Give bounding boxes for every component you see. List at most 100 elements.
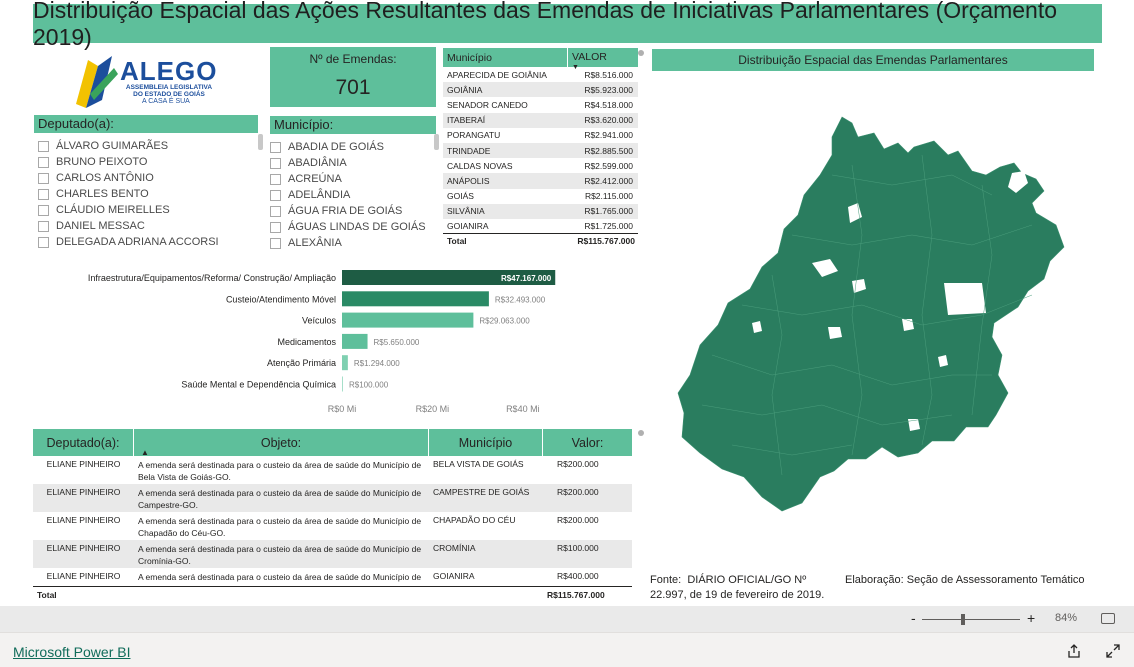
checkbox[interactable] <box>270 173 281 185</box>
checkbox[interactable] <box>38 188 49 200</box>
total-label: Total <box>447 236 467 246</box>
deputado-slicer-title: Deputado(a): <box>34 115 258 133</box>
visual-handle-dot[interactable] <box>638 50 644 56</box>
municipio-slicer-item[interactable]: ÁGUA FRIA DE GOIÁS <box>270 203 436 219</box>
table-row[interactable]: ELIANE PINHEIRO A emenda será destinada p… <box>33 456 632 484</box>
total-value: R$115.767.000 <box>577 236 635 246</box>
checkbox[interactable] <box>270 141 281 153</box>
checkbox[interactable] <box>38 220 49 232</box>
data-label: R$32.493.000 <box>495 295 546 304</box>
cell-municipio: CROMÍNIA <box>433 543 476 553</box>
cell-municipio: ANÁPOLIS <box>447 175 490 186</box>
municipio-slicer-item-label: ABADIÂNIA <box>288 157 347 169</box>
fit-to-page-icon[interactable] <box>1101 613 1115 624</box>
cell-municipio: ITABERAÍ <box>447 115 486 126</box>
checkbox[interactable] <box>38 236 49 248</box>
cell-municipio: GOIÁS <box>447 191 474 202</box>
table-row[interactable]: ELIANE PINHEIRO A emenda será destinada p… <box>33 484 632 512</box>
checkbox[interactable] <box>38 156 49 168</box>
column-header-deputado-label: Deputado(a): <box>46 435 120 450</box>
municipio-slicer-item-label: ÁGUA FRIA DE GOIÁS <box>288 205 403 217</box>
cell-valor: R$200.000 <box>557 515 599 525</box>
checkbox[interactable] <box>270 221 281 233</box>
checkbox[interactable] <box>270 205 281 217</box>
detail-total-label: Total <box>37 589 57 600</box>
column-header-valor[interactable]: Valor: <box>543 429 632 456</box>
zoom-slider-track[interactable] <box>922 619 1020 620</box>
checkbox[interactable] <box>38 172 49 184</box>
table-row[interactable]: TRINDADE R$2.885.500 <box>443 142 638 159</box>
category-label: Medicamentos <box>277 337 336 347</box>
share-icon[interactable] <box>1066 643 1082 659</box>
detail-table-total-row: Total R$115.767.000 <box>33 586 632 602</box>
goias-state-shape[interactable] <box>677 116 1065 512</box>
deputado-slicer-item[interactable]: BRUNO PEIXOTO <box>38 154 258 170</box>
cell-valor: R$100.000 <box>557 543 599 553</box>
municipio-slicer-scrollbar[interactable] <box>434 134 439 150</box>
table-row[interactable]: GOIANIRA R$1.725.000 <box>443 219 638 233</box>
powerbi-brand-link[interactable]: Microsoft Power BI <box>13 644 130 660</box>
table-row[interactable]: ELIANE PINHEIRO A emenda será destinada p… <box>33 540 632 568</box>
column-header-deputado[interactable]: Deputado(a): ▲ <box>33 429 149 457</box>
table-row[interactable]: SENADOR CANEDO R$4.518.000 <box>443 97 638 112</box>
cell-valor: R$200.000 <box>557 459 599 469</box>
x-tick-label: R$40 Mi <box>506 404 540 414</box>
municipio-slicer-item[interactable]: ABADIÂNIA <box>270 155 436 171</box>
checkbox[interactable] <box>38 140 49 152</box>
category-label: Custeio/Atendimento Móvel <box>226 294 336 304</box>
map-gap-2 <box>944 283 986 315</box>
zoom-slider-thumb[interactable] <box>961 614 965 625</box>
cell-municipio: SILVÂNIA <box>447 206 485 217</box>
bar[interactable] <box>342 355 348 371</box>
zoom-level: 84% <box>1055 612 1078 624</box>
municipio-slicer-item-label: ACREÚNA <box>288 173 342 185</box>
table-row[interactable]: CALDAS NOVAS R$2.599.000 <box>443 158 638 173</box>
municipio-slicer-item[interactable]: ACREÚNA <box>270 171 436 187</box>
checkbox[interactable] <box>270 157 281 169</box>
deputado-slicer-item[interactable]: DANIEL MESSAC <box>38 218 258 234</box>
municipio-valor-table: Município VALOR ▼ APARECIDA DE GOIÂNIA R$… <box>443 48 638 248</box>
municipio-slicer-item[interactable]: ÁGUAS LINDAS DE GOIÁS <box>270 219 436 235</box>
deputado-slicer-item-label: CHARLES BENTO <box>56 188 149 200</box>
checkbox[interactable] <box>270 189 281 201</box>
deputado-slicer-item[interactable]: DELEGADA ADRIANA ACCORSI <box>38 234 258 250</box>
table-row[interactable]: SILVÂNIA R$1.765.000 <box>443 203 638 219</box>
column-header-valor[interactable]: VALOR ▼ <box>567 48 638 71</box>
column-header-municipio[interactable]: Município <box>443 52 567 64</box>
table-row[interactable]: PORANGATU R$2.941.000 <box>443 128 638 143</box>
municipio-slicer-item[interactable]: ADELÂNDIA <box>270 187 436 203</box>
checkbox[interactable] <box>270 237 281 249</box>
bar[interactable] <box>342 376 343 392</box>
fullscreen-icon[interactable] <box>1105 643 1121 659</box>
zoom-out-button[interactable]: - <box>911 610 916 626</box>
bar[interactable] <box>342 312 474 328</box>
table-row[interactable]: ITABERAÍ R$3.620.000 <box>443 112 638 128</box>
checkbox[interactable] <box>38 204 49 216</box>
table-row[interactable]: GOIÂNIA R$5.923.000 <box>443 82 638 98</box>
bar[interactable] <box>342 333 368 349</box>
deputado-slicer-scrollbar[interactable] <box>258 134 263 150</box>
cell-municipio: TRINDADE <box>447 145 491 156</box>
table-row[interactable]: APARECIDA DE GOIÂNIA R$8.516.000 <box>443 67 638 82</box>
municipio-slicer-item[interactable]: ALEXÂNIA <box>270 235 436 251</box>
table-row[interactable]: ANÁPOLIS R$2.412.000 <box>443 173 638 189</box>
alego-logo: ALEGO ASSEMBLEIA LEGISLATIVA DO ESTADO D… <box>68 52 228 108</box>
visual-handle-dot-2[interactable] <box>638 430 644 436</box>
municipio-table-total-row: Total R$115.767.000 <box>443 233 638 248</box>
bar[interactable] <box>342 291 489 307</box>
table-row[interactable]: ELIANE PINHEIRO A emenda será destinada p… <box>33 512 632 540</box>
column-header-objeto[interactable]: Objeto: <box>134 429 429 456</box>
table-row[interactable]: ELIANE PINHEIRO A emenda será destinada p… <box>33 568 632 586</box>
cell-valor: R$400.000 <box>557 571 599 581</box>
municipio-slicer-item[interactable]: ABADIA DE GOIÁS <box>270 139 436 155</box>
goias-map[interactable] <box>652 75 1094 555</box>
table-row[interactable]: GOIÁS R$2.115.000 <box>443 189 638 204</box>
cell-municipio: CAMPESTRE DE GOIÁS <box>433 487 530 497</box>
deputado-slicer-item[interactable]: CLÁUDIO MEIRELLES <box>38 202 258 218</box>
column-header-municipio[interactable]: Município <box>429 429 543 456</box>
zoom-in-button[interactable]: + <box>1027 610 1035 626</box>
deputado-slicer-item[interactable]: CHARLES BENTO <box>38 186 258 202</box>
cell-valor: R$200.000 <box>557 487 599 497</box>
deputado-slicer-item[interactable]: CARLOS ANTÔNIO <box>38 170 258 186</box>
deputado-slicer-item[interactable]: ÁLVARO GUIMARÃES <box>38 138 258 154</box>
